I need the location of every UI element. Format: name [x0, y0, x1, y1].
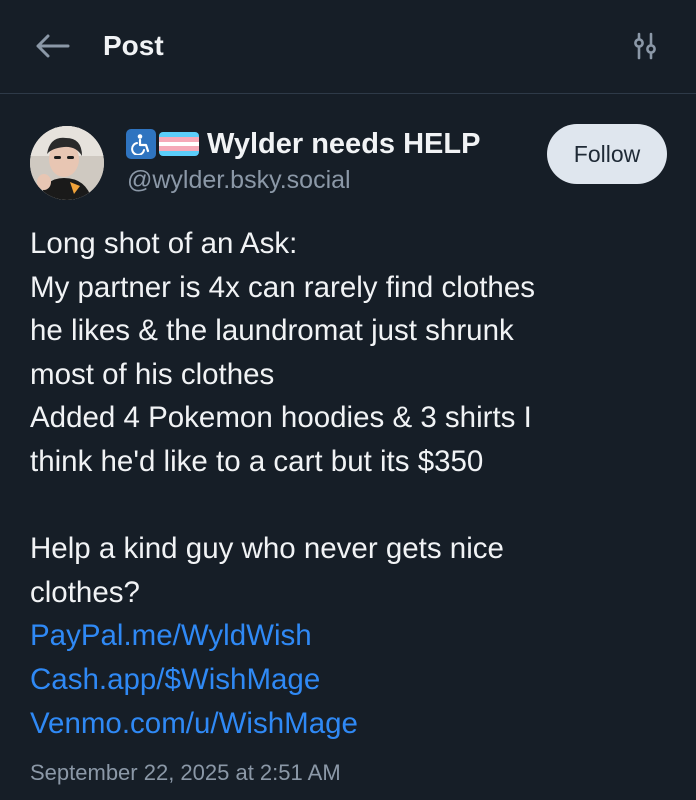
transgender-flag-icon: [159, 132, 199, 156]
arrow-left-icon: [36, 34, 70, 58]
wheelchair-icon: [126, 129, 156, 159]
post-text-line: most of his clothes: [30, 357, 275, 391]
sliders-icon: [634, 32, 656, 60]
paypal-link[interactable]: PayPal.me/WyldWish: [30, 614, 680, 658]
top-bar: Post: [0, 0, 696, 94]
back-button[interactable]: [30, 28, 74, 64]
venmo-link[interactable]: Venmo.com/u/WishMage: [30, 702, 680, 746]
author-handle[interactable]: @wylder.bsky.social: [127, 166, 351, 195]
cashapp-link[interactable]: Cash.app/$WishMage: [30, 658, 680, 702]
post-timestamp: September 22, 2025 at 2:51 AM: [30, 760, 341, 785]
post-text: Long shot of an Ask: My partner is 4x ca…: [30, 222, 680, 745]
post-text-line: he likes & the laundromat just shrunk: [30, 314, 514, 348]
thread-settings-button[interactable]: [628, 29, 662, 63]
post-text-line: Help a kind guy who never gets nice: [30, 532, 504, 566]
post-text-line: Long shot of an Ask:: [30, 227, 298, 260]
avatar-image: [30, 126, 104, 200]
author-display-name: Wylder needs HELP: [207, 127, 481, 160]
post-text-line: clothes?: [30, 575, 140, 609]
avatar[interactable]: [30, 126, 104, 200]
author-name-row[interactable]: Wylder needs HELP: [126, 124, 480, 164]
post-text-line: My partner is 4x can rarely find clothes: [30, 270, 535, 304]
page-title: Post: [103, 30, 164, 61]
follow-button[interactable]: Follow: [547, 124, 667, 184]
post-text-line: Added 4 Pokemon hoodies & 3 shirts I: [30, 401, 532, 435]
post-text-line: think he'd like to a cart but its $350: [30, 444, 484, 478]
